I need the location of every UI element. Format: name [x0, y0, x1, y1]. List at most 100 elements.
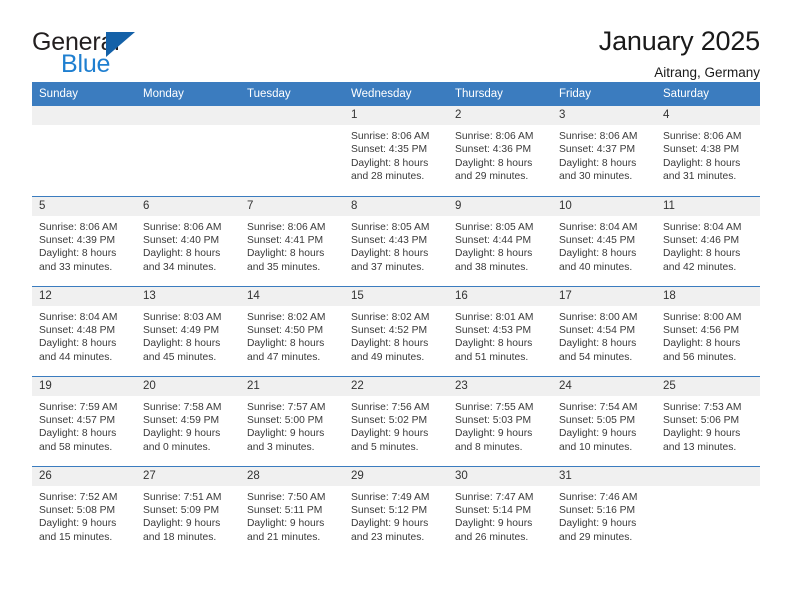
sunrise-text: Sunrise: 8:00 AM [663, 311, 742, 323]
calendar-day-cell[interactable]: 16 Sunrise: 8:01 AM Sunset: 4:53 PM Dayligh… [448, 285, 552, 376]
sunrise-text: Sunrise: 7:54 AM [559, 401, 638, 413]
daylight-text: Daylight: 9 hours [663, 428, 741, 440]
day-details: Sunrise: 8:05 AM Sunset: 4:44 PM Daylight:… [448, 216, 552, 275]
day-number [240, 106, 344, 125]
daylight-text-cont: and 42 minutes. [663, 261, 737, 273]
calendar-day-cell[interactable]: 11 Sunrise: 8:04 AM Sunset: 4:46 PM Dayligh… [656, 195, 760, 286]
sunrise-text: Sunrise: 7:51 AM [143, 491, 222, 503]
day-details: Sunrise: 8:06 AM Sunset: 4:39 PM Daylight:… [32, 216, 136, 275]
logo-triangle-icon [106, 32, 135, 57]
calendar-day-cell[interactable]: 9 Sunrise: 8:05 AM Sunset: 4:44 PM Daylight… [448, 195, 552, 286]
calendar-day-cell[interactable]: 28 Sunrise: 7:50 AM Sunset: 5:11 PM Dayligh… [240, 465, 344, 556]
sunrise-text: Sunrise: 8:06 AM [455, 131, 534, 142]
daylight-text: Daylight: 8 hours [351, 157, 429, 169]
day-details: Sunrise: 8:04 AM Sunset: 4:46 PM Daylight:… [656, 216, 760, 275]
calendar-day-cell[interactable]: 17 Sunrise: 8:00 AM Sunset: 4:54 PM Dayligh… [552, 285, 656, 376]
sunset-text: Sunset: 4:43 PM [351, 234, 428, 246]
weekday-header-thursday: Thursday [448, 82, 552, 106]
general-blue-logo[interactable]: General Blue [32, 26, 144, 80]
daylight-text-cont: and 45 minutes. [143, 351, 217, 363]
calendar-week-row: 1 Sunrise: 8:06 AM Sunset: 4:35 PM Daylight… [32, 106, 760, 196]
calendar-day-cell[interactable]: 5 Sunrise: 8:06 AM Sunset: 4:39 PM Daylight… [32, 195, 136, 286]
calendar-day-cell[interactable]: 31 Sunrise: 7:46 AM Sunset: 5:16 PM Dayligh… [552, 465, 656, 556]
day-details [136, 125, 240, 130]
calendar-day-cell[interactable]: 19 Sunrise: 7:59 AM Sunset: 4:57 PM Dayligh… [32, 375, 136, 466]
sunrise-text: Sunrise: 8:04 AM [663, 221, 742, 233]
calendar-body: 1 Sunrise: 8:06 AM Sunset: 4:35 PM Daylight… [32, 106, 760, 556]
calendar-day-cell[interactable]: 13 Sunrise: 8:03 AM Sunset: 4:49 PM Dayligh… [136, 285, 240, 376]
daylight-text-cont: and 31 minutes. [663, 171, 737, 183]
sunrise-text: Sunrise: 8:06 AM [663, 131, 742, 142]
calendar-page: General Blue January 2025 Aitrang, Germa… [0, 0, 792, 612]
sunrise-text: Sunrise: 7:59 AM [39, 401, 118, 413]
day-details: Sunrise: 8:06 AM Sunset: 4:37 PM Daylight:… [552, 125, 656, 184]
calendar-day-cell[interactable]: 23 Sunrise: 7:55 AM Sunset: 5:03 PM Dayligh… [448, 375, 552, 466]
day-number: 13 [136, 286, 240, 306]
sunset-text: Sunset: 4:59 PM [143, 414, 220, 426]
calendar-day-cell[interactable]: 18 Sunrise: 8:00 AM Sunset: 4:56 PM Dayligh… [656, 285, 760, 376]
day-number: 29 [344, 466, 448, 486]
daylight-text: Daylight: 9 hours [559, 428, 637, 440]
sunset-text: Sunset: 4:56 PM [663, 324, 740, 336]
calendar-day-cell[interactable]: 26 Sunrise: 7:52 AM Sunset: 5:08 PM Dayligh… [32, 465, 136, 556]
day-details [240, 125, 344, 130]
calendar-day-cell[interactable]: 25 Sunrise: 7:53 AM Sunset: 5:06 PM Dayligh… [656, 375, 760, 466]
calendar-day-cell[interactable]: 1 Sunrise: 8:06 AM Sunset: 4:35 PM Daylight… [344, 106, 448, 196]
day-details: Sunrise: 8:02 AM Sunset: 4:52 PM Daylight:… [344, 306, 448, 365]
daylight-text: Daylight: 8 hours [559, 157, 637, 169]
sunset-text: Sunset: 4:50 PM [247, 324, 324, 336]
calendar-day-cell[interactable]: 30 Sunrise: 7:47 AM Sunset: 5:14 PM Dayligh… [448, 465, 552, 556]
daylight-text-cont: and 0 minutes. [143, 441, 211, 453]
day-number [32, 106, 136, 125]
calendar-day-cell[interactable]: 27 Sunrise: 7:51 AM Sunset: 5:09 PM Dayligh… [136, 465, 240, 556]
daylight-text-cont: and 34 minutes. [143, 261, 217, 273]
day-number: 8 [344, 196, 448, 216]
calendar-day-cell[interactable]: 4 Sunrise: 8:06 AM Sunset: 4:38 PM Daylight… [656, 106, 760, 196]
day-details: Sunrise: 7:54 AM Sunset: 5:05 PM Daylight:… [552, 396, 656, 455]
daylight-text-cont: and 44 minutes. [39, 351, 113, 363]
weekday-header-row: Sunday Monday Tuesday Wednesday Thursday Frid… [32, 82, 760, 106]
calendar-day-cell[interactable]: 10 Sunrise: 8:04 AM Sunset: 4:45 PM Dayligh… [552, 195, 656, 286]
calendar-day-cell[interactable]: 12 Sunrise: 8:04 AM Sunset: 4:48 PM Dayligh… [32, 285, 136, 376]
daylight-text: Daylight: 9 hours [247, 518, 325, 530]
day-number: 11 [656, 196, 760, 216]
day-number: 28 [240, 466, 344, 486]
daylight-text-cont: and 23 minutes. [351, 531, 425, 543]
sunset-text: Sunset: 4:49 PM [143, 324, 220, 336]
calendar-day-cell[interactable]: 8 Sunrise: 8:05 AM Sunset: 4:43 PM Daylight… [344, 195, 448, 286]
calendar-day-cell[interactable]: 24 Sunrise: 7:54 AM Sunset: 5:05 PM Dayligh… [552, 375, 656, 466]
calendar-day-cell[interactable]: 21 Sunrise: 7:57 AM Sunset: 5:00 PM Dayligh… [240, 375, 344, 466]
daylight-text-cont: and 29 minutes. [559, 531, 633, 543]
daylight-text: Daylight: 9 hours [143, 518, 221, 530]
calendar-day-cell[interactable]: 2 Sunrise: 8:06 AM Sunset: 4:36 PM Daylight… [448, 106, 552, 196]
calendar-day-cell[interactable]: 20 Sunrise: 7:58 AM Sunset: 4:59 PM Dayligh… [136, 375, 240, 466]
day-number: 7 [240, 196, 344, 216]
calendar-day-cell[interactable]: 29 Sunrise: 7:49 AM Sunset: 5:12 PM Dayligh… [344, 465, 448, 556]
daylight-text: Daylight: 9 hours [351, 518, 429, 530]
sunset-text: Sunset: 5:14 PM [455, 504, 532, 516]
day-number: 10 [552, 196, 656, 216]
daylight-text-cont: and 5 minutes. [351, 441, 419, 453]
sunrise-text: Sunrise: 8:01 AM [455, 311, 534, 323]
page-subtitle: Aitrang, Germany [654, 65, 760, 81]
daylight-text-cont: and 28 minutes. [351, 171, 425, 183]
calendar-day-cell[interactable]: 6 Sunrise: 8:06 AM Sunset: 4:40 PM Daylight… [136, 195, 240, 286]
day-details: Sunrise: 7:53 AM Sunset: 5:06 PM Daylight:… [656, 396, 760, 455]
sunset-text: Sunset: 4:57 PM [39, 414, 116, 426]
calendar-day-cell[interactable]: 7 Sunrise: 8:06 AM Sunset: 4:41 PM Daylight… [240, 195, 344, 286]
calendar-day-cell[interactable]: 15 Sunrise: 8:02 AM Sunset: 4:52 PM Dayligh… [344, 285, 448, 376]
day-details: Sunrise: 7:59 AM Sunset: 4:57 PM Daylight:… [32, 396, 136, 455]
calendar-header-row: Sunday Monday Tuesday Wednesday Thursday Frid… [32, 82, 760, 106]
day-details: Sunrise: 8:02 AM Sunset: 4:50 PM Daylight:… [240, 306, 344, 365]
daylight-text: Daylight: 8 hours [455, 338, 533, 350]
calendar-day-cell[interactable]: 14 Sunrise: 8:02 AM Sunset: 4:50 PM Dayligh… [240, 285, 344, 376]
day-details: Sunrise: 8:06 AM Sunset: 4:38 PM Daylight:… [656, 125, 760, 184]
daylight-text-cont: and 37 minutes. [351, 261, 425, 273]
daylight-text: Daylight: 8 hours [663, 157, 741, 169]
sunset-text: Sunset: 5:05 PM [559, 414, 636, 426]
sunset-text: Sunset: 5:12 PM [351, 504, 428, 516]
calendar-day-cell[interactable]: 3 Sunrise: 8:06 AM Sunset: 4:37 PM Daylight… [552, 106, 656, 196]
daylight-text-cont: and 40 minutes. [559, 261, 633, 273]
calendar-day-cell[interactable]: 22 Sunrise: 7:56 AM Sunset: 5:02 PM Dayligh… [344, 375, 448, 466]
daylight-text-cont: and 38 minutes. [455, 261, 529, 273]
